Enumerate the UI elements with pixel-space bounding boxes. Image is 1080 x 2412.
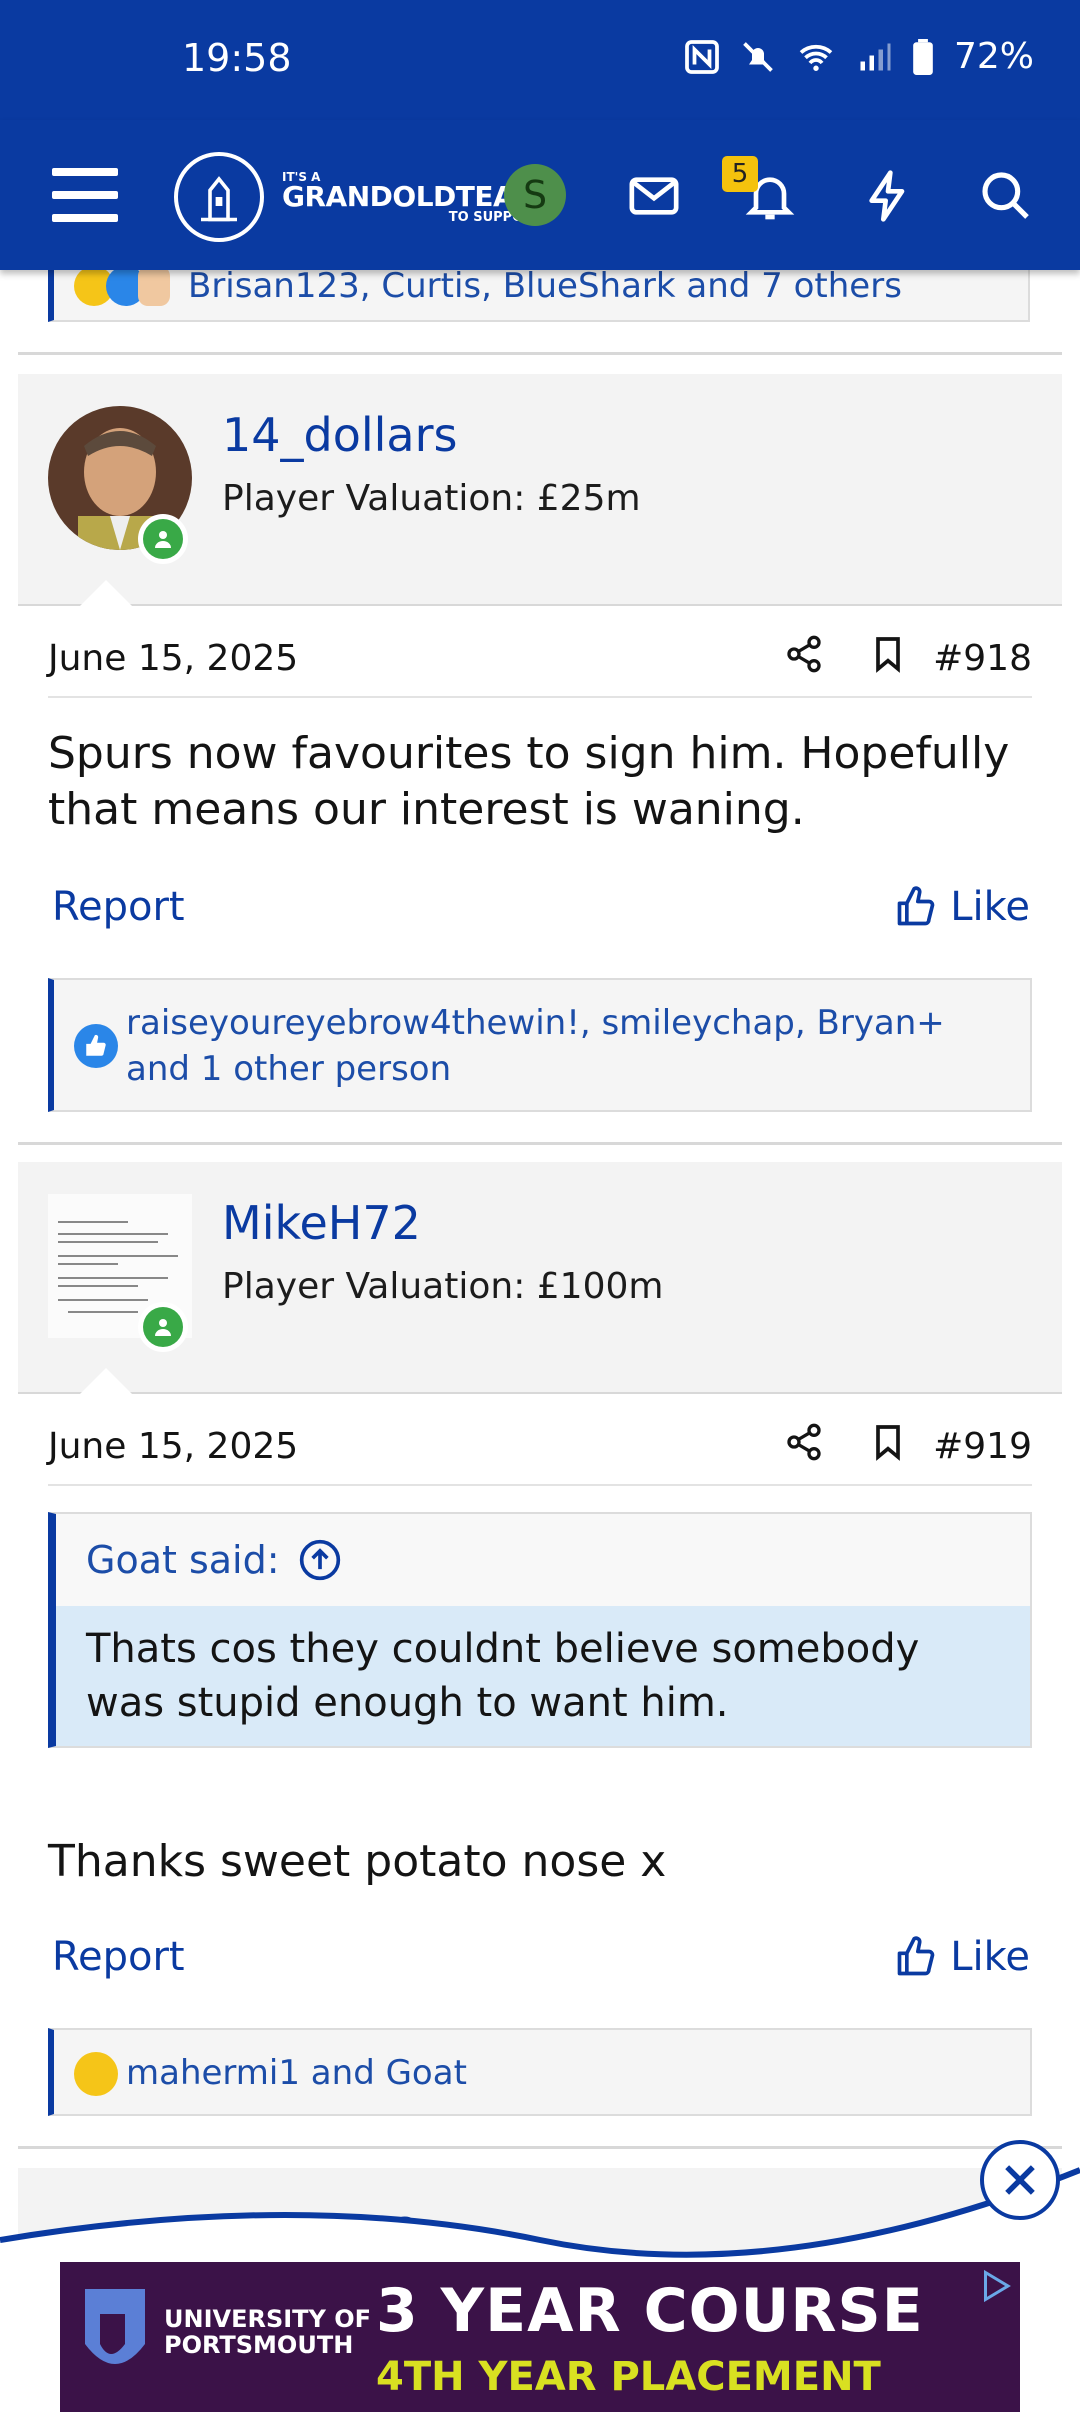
notification-count-badge: 5 <box>722 156 758 192</box>
status-bar: 19:58 72% <box>0 0 1080 120</box>
post-divider <box>18 2146 1062 2149</box>
menu-icon-line <box>52 214 118 222</box>
quote-author: Goat said: <box>86 1538 280 1582</box>
ad-brand-line2: PORTSMOUTH <box>164 2331 354 2359</box>
report-button[interactable]: Report <box>52 884 185 930</box>
share-icon[interactable] <box>784 634 824 674</box>
app-header: IT'S A GRANDOLDTEAM TO SUPPORT S 5 <box>0 120 1080 270</box>
post-date[interactable]: June 15, 2025 <box>48 638 298 679</box>
bookmark-icon[interactable] <box>868 634 908 674</box>
post-actions: Report Like <box>50 878 1030 938</box>
crest-icon <box>174 152 264 242</box>
ad-brand: UNIVERSITY OF PORTSMOUTH <box>164 2306 371 2358</box>
close-icon <box>1005 2165 1035 2195</box>
ad-subline: 4TH YEAR PLACEMENT <box>376 2354 881 2400</box>
ad-brand-line1: UNIVERSITY OF <box>164 2305 372 2333</box>
ad-headline: 3 YEAR COURSE <box>376 2276 924 2346</box>
thumbs-up-icon <box>897 886 935 926</box>
like-button[interactable]: Like <box>894 884 1030 930</box>
bookmark-icon[interactable] <box>868 1422 908 1462</box>
post-author-header: 14_dollars Player Valuation: £25m <box>18 374 1062 606</box>
like-button[interactable]: Like <box>894 1934 1030 1980</box>
mute-icon <box>743 41 773 72</box>
menu-icon <box>52 168 118 176</box>
signal-icon <box>860 43 891 70</box>
status-icons: 72% <box>684 36 1034 77</box>
post-actions: Report Like <box>50 1928 1030 1988</box>
post-body: Spurs now favourites to sign him. Hopefu… <box>48 728 1010 835</box>
laugh-reaction-icon <box>74 2052 118 2096</box>
online-status-icon <box>138 1302 188 1352</box>
post-meta: June 15, 2025 #919 <box>48 1412 1032 1486</box>
hand-reaction-icon <box>138 266 170 306</box>
post-body: Thanks sweet potato nose x <box>48 1836 667 1887</box>
university-logo-icon <box>85 2289 145 2364</box>
search-icon[interactable] <box>978 168 1034 224</box>
reactions-bar[interactable]: raiseyoureyebrow4thewin!, smileychap, Br… <box>48 978 1032 1112</box>
battery-icon <box>913 38 933 75</box>
header-pointer <box>80 580 132 606</box>
site-logo[interactable]: IT'S A GRANDOLDTEAM TO SUPPORT <box>174 152 542 242</box>
player-valuation: Player Valuation: £25m <box>222 478 641 519</box>
menu-icon-line <box>52 191 118 199</box>
post-author-header: MikeH72 Player Valuation: £100m <box>18 1162 1062 1394</box>
share-icon[interactable] <box>784 1422 824 1462</box>
like-label: Like <box>950 884 1030 930</box>
post-username[interactable]: MikeH72 <box>222 1196 421 1250</box>
post-meta: June 15, 2025 #918 <box>48 624 1032 698</box>
quote-header[interactable]: Goat said: <box>56 1514 1030 1606</box>
post-username[interactable]: 14_dollars <box>222 408 458 462</box>
header-pointer <box>80 1368 132 1394</box>
lightning-icon[interactable] <box>860 168 916 224</box>
report-button[interactable]: Report <box>52 1934 185 1980</box>
like-reaction-icon <box>74 1024 118 1068</box>
reactions-bar[interactable]: mahermi1 and Goat <box>48 2028 1032 2116</box>
thumbs-up-icon <box>897 1936 935 1976</box>
logo-wordmark: IT'S A GRANDOLDTEAM TO SUPPORT <box>282 171 542 224</box>
envelope-icon[interactable] <box>626 168 682 224</box>
status-time: 19:58 <box>182 36 292 80</box>
user-avatar[interactable]: S <box>504 164 566 226</box>
logo-big-text: GRANDOLDTEAM <box>282 179 542 213</box>
battery-percent: 72% <box>953 36 1034 77</box>
ad-choices-icon[interactable] <box>978 2268 1014 2304</box>
online-status-icon <box>138 514 188 564</box>
post-divider <box>18 352 1062 355</box>
wifi-icon <box>799 44 833 71</box>
reactions-text: mahermi1 and Goat <box>126 2053 467 2093</box>
reactions-text: Brisan123, Curtis, BlueShark and 7 other… <box>188 266 902 306</box>
player-valuation: Player Valuation: £100m <box>222 1266 664 1307</box>
quote-block: Goat said: Thats cos they couldnt believ… <box>48 1512 1032 1748</box>
ad-banner[interactable]: UNIVERSITY OF PORTSMOUTH 3 YEAR COURSE 4… <box>60 2262 1020 2412</box>
post-number[interactable]: #919 <box>933 1426 1032 1467</box>
close-ad-button[interactable] <box>980 2140 1060 2220</box>
post-date[interactable]: June 15, 2025 <box>48 1426 298 1467</box>
arrow-up-circle-icon[interactable] <box>298 1538 342 1582</box>
nfc-icon <box>685 39 719 74</box>
post-divider <box>18 1142 1062 1145</box>
post-number[interactable]: #918 <box>933 638 1032 679</box>
like-label: Like <box>950 1934 1030 1980</box>
reactions-text: raiseyoureyebrow4thewin!, smileychap, Br… <box>126 1003 945 1089</box>
quote-text: Thats cos they couldnt believe somebody … <box>56 1606 1030 1746</box>
menu-button[interactable] <box>52 168 118 222</box>
